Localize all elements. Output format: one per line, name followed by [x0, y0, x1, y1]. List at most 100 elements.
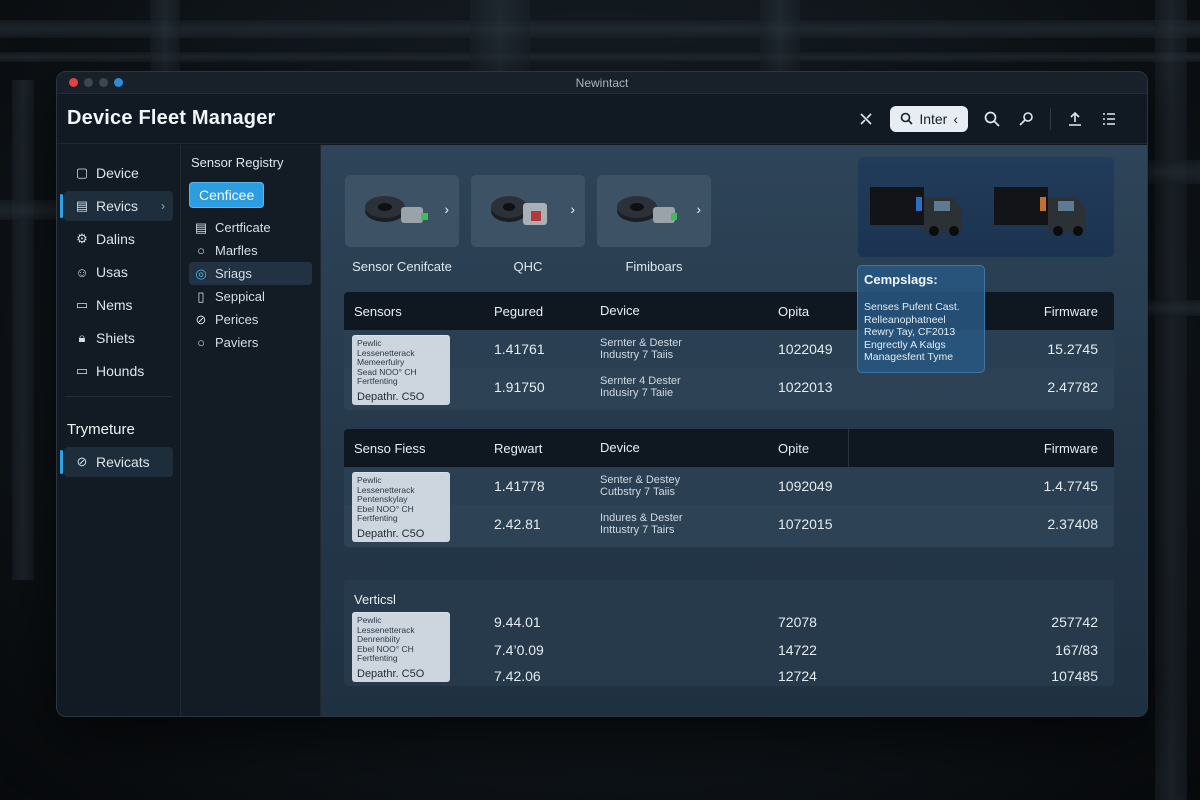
sidebar-divider: [65, 396, 172, 397]
device-line: Sernter 4 Dester: [600, 375, 681, 387]
chevron-right-icon: ›: [696, 201, 701, 217]
column-header[interactable]: Firmware: [1018, 304, 1114, 319]
monitor-icon: ▭: [75, 363, 89, 378]
vertical-table: Verticsl 9.44.01 72078 257742 7.4’0.09 1…: [344, 580, 1114, 686]
device-line: Industry 7 Taiis: [600, 349, 674, 361]
table-cell: 12724: [778, 668, 817, 684]
table-row[interactable]: 7.4’0.09 14722 167/83: [344, 636, 1114, 664]
sidebar-item-label: Dalins: [96, 231, 135, 247]
sidebar-item-nems[interactable]: ▭ Nems: [64, 290, 173, 320]
table-cell: 1072015: [778, 516, 833, 532]
chip-code: Depathr. C5O: [357, 667, 425, 680]
table-cell: 107485: [1051, 668, 1098, 684]
menu-list-icon[interactable]: [1099, 109, 1119, 129]
sidebar-item-hounds[interactable]: ▭ Hounds: [64, 356, 173, 386]
sensor-image: [365, 196, 428, 223]
circle-icon: ○: [197, 335, 205, 350]
key-icon[interactable]: [1016, 109, 1036, 129]
subnav-item-label: Marfles: [215, 243, 258, 258]
table-row[interactable]: 1.41761 Sernter & Dester Industry 7 Taiis…: [344, 330, 1114, 368]
subnav-item-paviers[interactable]: ○ Paviers: [189, 331, 312, 354]
file-icon: ▯: [197, 288, 205, 304]
search-label: Inter: [919, 110, 948, 127]
table-cell: 167/83: [1055, 642, 1098, 658]
subnav-item-marfles[interactable]: ○ Marfles: [189, 239, 312, 262]
column-header[interactable]: Device: [594, 441, 770, 454]
app-window: Newintact Device Fleet Manager Inter ‹ ▢…: [56, 71, 1148, 717]
chip-line: Fertfenting: [357, 513, 398, 523]
popover-line: Engrectly A Kalgs: [864, 338, 946, 351]
upload-icon[interactable]: [1065, 109, 1085, 129]
device-label-thumbnail[interactable]: Pewlic Lessenetterack Memeerfulry Sead N…: [352, 335, 450, 405]
column-header[interactable]: Opita: [770, 304, 848, 319]
table-cell: 72078: [778, 614, 817, 630]
column-header[interactable]: Device: [594, 304, 770, 317]
column-header[interactable]: Regwart: [488, 441, 594, 456]
popover-line: Relleanophatneel: [864, 313, 946, 326]
subnav-item-seppical[interactable]: ▯ Seppical: [189, 285, 312, 308]
subnav-item-certficate[interactable]: ▤ Certficate: [189, 216, 312, 239]
device-line: Cutbstry 7 Taiis: [600, 486, 675, 498]
sensor-card-fimiboars[interactable]: › Fimiboars: [597, 175, 711, 274]
table-row[interactable]: 1.41778 Senter & Destey Cutbstry 7 Taiis …: [344, 467, 1114, 505]
column-header[interactable]: Senso Fiess: [344, 441, 488, 456]
table-row[interactable]: 2.42.81 Indures & Dester Inttustry 7 Tair…: [344, 505, 1114, 543]
table-row[interactable]: 1.91750 Sernter 4 Dester Indusiry 7 Taiie…: [344, 368, 1114, 406]
info-popover: Cempslags: Senses Pufent Cast. Relleanop…: [857, 265, 985, 373]
column-header[interactable]: Sensors: [344, 304, 488, 319]
table-cell: 1092049: [778, 478, 833, 494]
chip-code: Depathr. C5O: [357, 527, 425, 540]
certificate-button[interactable]: Cenficee: [189, 182, 265, 208]
column-header[interactable]: Pegured: [488, 304, 594, 319]
table-cell: 1.41761: [494, 341, 545, 357]
search-icon[interactable]: [982, 109, 1002, 129]
sidebar-item-usas[interactable]: ☺ Usas: [64, 257, 173, 287]
table-cell: 2.37408: [1047, 516, 1098, 532]
subnav-item-sriags[interactable]: ◎ Sriags: [189, 262, 312, 285]
device-line: Inttustry 7 Tairs: [600, 524, 675, 536]
main-content: › Sensor Cenifcate › QHC › Fimiboars Cem…: [321, 145, 1147, 716]
lock-icon: 🔒︎: [78, 330, 86, 345]
table-cell: 1022049: [778, 341, 833, 357]
sensor-card-certificate[interactable]: › Sensor Cenifcate: [345, 175, 459, 274]
sidebar-item-revics[interactable]: ▤ Revics ›: [60, 191, 173, 221]
table-cell: 1.91750: [494, 379, 545, 395]
table-cell: 1.41778: [494, 478, 545, 494]
table-cell: 14722: [778, 642, 817, 658]
column-header[interactable]: Firmware: [1018, 441, 1114, 456]
chevron-right-icon: ›: [444, 201, 449, 217]
column-header[interactable]: Opite: [770, 441, 848, 456]
primary-sidebar: ▢ Device ▤ Revics › ⚙ Dalins ☺ Usas ▭ Ne…: [57, 145, 181, 716]
chevron-right-icon: ›: [161, 199, 165, 213]
sidebar-item-device[interactable]: ▢ Device: [64, 158, 173, 188]
table-cell: 2.42.81: [494, 516, 541, 532]
search-button[interactable]: Inter ‹: [890, 105, 968, 132]
sidebar-item-label: Revics: [96, 198, 139, 214]
sidebar-item-dalins[interactable]: ⚙ Dalins: [64, 224, 173, 254]
table-cell: Sernter & Dester Industry 7 Taiis: [594, 337, 770, 361]
sidebar-item-label: Shiets: [96, 330, 135, 346]
sidebar-item-shiets[interactable]: 🔒︎ Shiets: [64, 323, 173, 353]
chip-line: Fertfenting: [357, 376, 398, 386]
table-row[interactable]: 7.42.06 12724 107485: [344, 664, 1114, 686]
sidebar-item-revicats[interactable]: ⊘ Revicats: [60, 447, 173, 477]
sensor-image: [617, 196, 677, 223]
device-line: Indusiry 7 Taiie: [600, 387, 674, 399]
sidebar-item-label: Revicats: [96, 454, 150, 470]
chip-line: Fertfenting: [357, 653, 398, 663]
tools-icon[interactable]: [856, 109, 876, 129]
popover-title: Cempslags:: [864, 272, 938, 287]
device-label-thumbnail[interactable]: Pewlic Lessenetterack Denrenbiity Ebel N…: [352, 612, 450, 682]
secondary-sidebar: Sensor Registry Cenficee ▤ Certficate ○ …: [181, 145, 321, 716]
sidebar-item-label: Nems: [96, 297, 133, 313]
table-cell: 7.42.06: [494, 668, 541, 684]
sensors-table: Sensors Pegured Device Opita Firmware 1.…: [344, 292, 1114, 410]
sensor-image: [491, 196, 547, 225]
sensor-card-qhc[interactable]: › QHC: [471, 175, 585, 274]
app-title: Device Fleet Manager: [67, 107, 276, 129]
table-row[interactable]: 9.44.01 72078 257742: [344, 608, 1114, 636]
popover-line: Managesfent Tyme: [864, 351, 954, 363]
subnav-item-perices[interactable]: ⊘ Perices: [189, 308, 312, 331]
table-cell: Sernter 4 Dester Indusiry 7 Taiie: [594, 375, 770, 399]
device-label-thumbnail[interactable]: Pewlic Lessenetterack Pentenskylay Ebel …: [352, 472, 450, 542]
